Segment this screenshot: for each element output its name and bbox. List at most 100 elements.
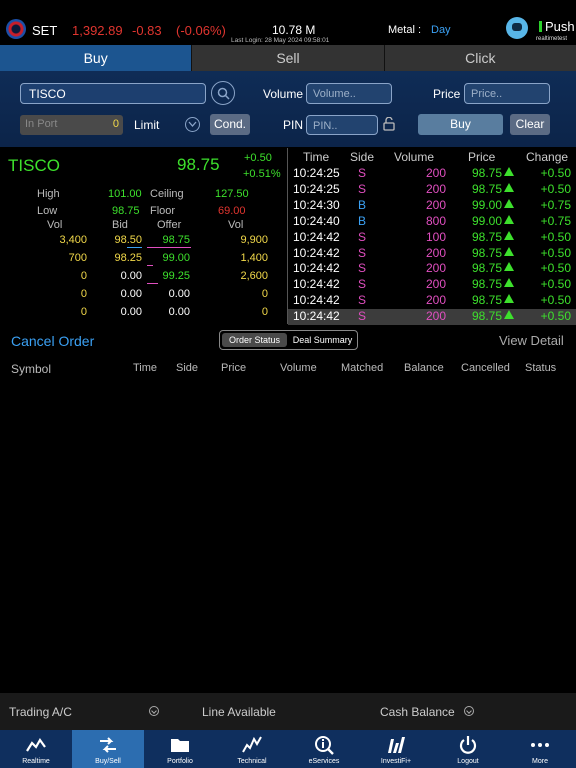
ticker-change: +0.50 <box>540 293 571 308</box>
ticker-price: 98.75 <box>471 166 502 180</box>
bid-volume: 3,400 <box>59 234 87 246</box>
ticker-time: 10:24:42 <box>293 309 340 324</box>
price-input[interactable]: Price.. <box>464 83 550 104</box>
market-name[interactable]: SET <box>32 23 57 38</box>
cash-balance-label: Cash Balance <box>380 705 455 719</box>
assistant-robot-icon[interactable] <box>506 17 528 39</box>
nav-eservices[interactable]: eServices <box>288 730 360 768</box>
nav-label: InvestiFi+ <box>380 758 412 765</box>
ticker-price: 99.00 <box>471 197 502 212</box>
nav-realtime[interactable]: Realtime <box>0 730 72 768</box>
ticker-volume: 200 <box>425 261 446 276</box>
technical-chart-icon <box>242 736 262 753</box>
orders-status-header: Status <box>525 362 557 374</box>
ticker-volume: 200 <box>425 197 446 212</box>
push-account: realtimetest <box>536 36 568 42</box>
ticker-row[interactable]: 10:24:42 S 200 98.75 +0.50 <box>288 246 576 262</box>
orders-volume-header: Volume <box>280 362 317 374</box>
account-bar: Trading A/C Line Available Cash Balance <box>0 693 576 730</box>
nav-buy-sell[interactable]: Buy/Sell <box>72 730 144 768</box>
high-value: 101.00 <box>108 188 142 200</box>
ticker-time: 10:24:42 <box>293 229 340 244</box>
ticker-row[interactable]: 10:24:42 S 200 98.75 +0.50 <box>288 277 576 293</box>
trading-account-dropdown-icon[interactable] <box>149 706 159 716</box>
bid-offer-row[interactable]: 700 98.25 99.00 1,400 <box>0 252 290 268</box>
ticker-change: +0.50 <box>540 166 571 180</box>
ticker-row[interactable]: 10:24:25 S 200 98.75 +0.50 <box>288 182 576 198</box>
offer-price: 99.25 <box>162 270 190 282</box>
bid-volume: 0 <box>80 306 87 318</box>
pin-input[interactable]: PIN.. <box>306 115 378 135</box>
ticker-price: 98.75 <box>471 245 502 260</box>
view-detail-button[interactable]: View Detail <box>499 333 564 348</box>
bid-price: 0.00 <box>120 306 142 318</box>
orders-balance-header: Balance <box>404 362 444 374</box>
buy-button[interactable]: Buy <box>418 114 503 135</box>
unlock-icon[interactable] <box>383 117 395 131</box>
ticker-volume: 200 <box>425 293 446 308</box>
nav-more[interactable]: More <box>504 730 576 768</box>
nav-label: Portfolio <box>167 758 193 765</box>
market-volume: 10.78 M <box>272 23 316 37</box>
bid-marker <box>127 247 142 248</box>
orders-cancelled-header: Cancelled <box>461 362 510 374</box>
nav-logout[interactable]: Logout <box>432 730 504 768</box>
ticker-row[interactable]: 10:24:42 S 100 98.75 +0.50 <box>288 230 576 246</box>
magnifier-info-icon <box>315 736 334 755</box>
cash-balance-dropdown-icon[interactable] <box>464 706 474 716</box>
metal-value[interactable]: Day <box>431 24 451 36</box>
nav-portfolio[interactable]: Portfolio <box>144 730 216 768</box>
segment-order-status[interactable]: Order Status <box>222 333 287 347</box>
ticker-side: S <box>358 261 367 276</box>
orders-matched-header: Matched <box>341 362 384 374</box>
ticker-time: 10:24:25 <box>293 181 340 196</box>
nav-investifi[interactable]: InvestiFi+ <box>360 730 432 768</box>
nav-technical[interactable]: Technical <box>216 730 288 768</box>
bid-offer-row[interactable]: 0 0.00 0.00 0 <box>0 306 290 322</box>
up-arrow-icon <box>504 278 514 288</box>
push-label[interactable]: Push <box>545 19 575 34</box>
tab-click[interactable]: Click <box>383 45 576 71</box>
bid-price: 98.50 <box>114 234 142 246</box>
volume-input[interactable]: Volume.. <box>306 83 392 104</box>
ticker-price: 98.75 <box>471 229 502 244</box>
up-arrow-icon <box>504 167 514 176</box>
clear-button[interactable]: Clear <box>510 114 550 135</box>
push-status-indicator <box>539 21 542 32</box>
up-arrow-icon <box>504 310 514 320</box>
ticker-row[interactable]: 10:24:30 B 200 99.00 +0.75 <box>288 198 576 214</box>
search-button[interactable] <box>211 81 235 105</box>
ticker-row[interactable]: 10:24:42 S 200 98.75 +0.50 <box>288 293 576 309</box>
symbol-input[interactable]: TISCO <box>20 83 206 104</box>
orders-symbol-header: Symbol <box>11 362 52 376</box>
bid-offer-row[interactable]: 0 0.00 99.25 2,600 <box>0 270 290 286</box>
up-arrow-icon <box>504 262 514 272</box>
ticker-row[interactable]: 10:24:25 S 200 98.75 +0.50 <box>288 166 576 182</box>
cond-button[interactable]: Cond. <box>210 114 250 135</box>
buy-sell-arrows-icon <box>100 737 116 753</box>
ticker-row[interactable]: 10:24:40 B 800 99.00 +0.75 <box>288 214 576 230</box>
bid-offer-row[interactable]: 3,400 98.50 98.75 9,900 <box>0 234 290 250</box>
bid-offer-row[interactable]: 0 0.00 0.00 0 <box>0 288 290 304</box>
ticker-change: +0.75 <box>540 213 571 228</box>
up-arrow-icon <box>504 214 514 224</box>
ticker-price: 99.00 <box>471 213 502 228</box>
offer-price: 98.75 <box>162 234 190 246</box>
segment-deal-summary[interactable]: Deal Summary <box>290 333 355 347</box>
up-arrow-icon <box>504 230 514 240</box>
nav-label: Technical <box>237 758 267 765</box>
ticker-time: 10:24:25 <box>293 166 340 180</box>
ticker-row[interactable]: 10:24:42 S 200 98.75 +0.50 <box>288 261 576 277</box>
trading-account-label[interactable]: Trading A/C <box>9 705 72 719</box>
cancel-order-button[interactable]: Cancel Order <box>11 333 94 349</box>
orders-segment-control: Order Status Deal Summary <box>219 330 358 350</box>
nav-label: eServices <box>308 758 340 765</box>
ceiling-label: Ceiling <box>150 188 184 200</box>
order-type-dropdown[interactable] <box>185 117 200 132</box>
tab-sell[interactable]: Sell <box>191 45 383 71</box>
order-type-value[interactable]: Limit <box>134 118 159 132</box>
tab-buy[interactable]: Buy <box>0 45 192 71</box>
ticker-change: +0.50 <box>540 245 571 260</box>
ticker-row[interactable]: 10:24:42 S 200 98.75 +0.50 <box>288 309 576 326</box>
ticker-side: S <box>358 293 367 308</box>
